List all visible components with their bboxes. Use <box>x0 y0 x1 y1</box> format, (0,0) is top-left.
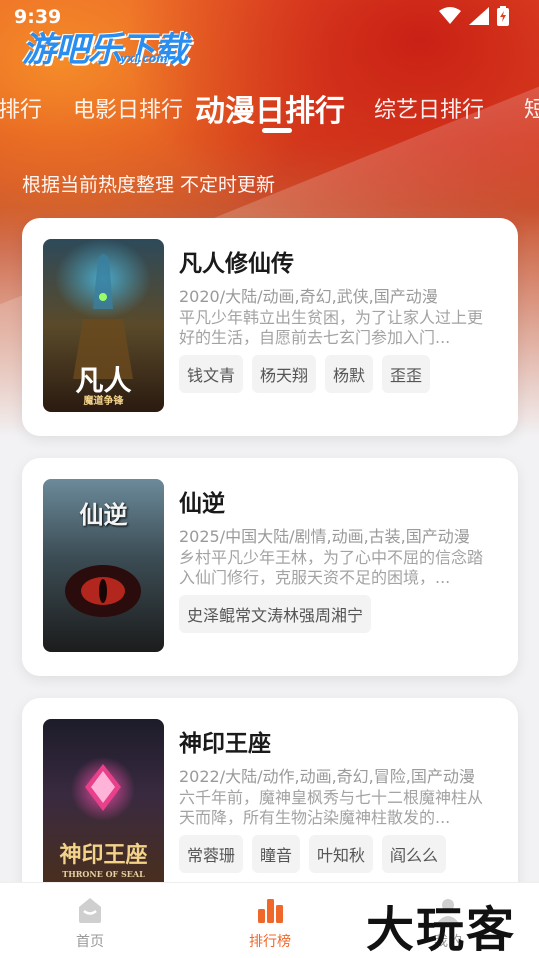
cast-tags: 史泽鲲常文涛林强周湘宁 <box>179 595 372 633</box>
list-item[interactable]: 凡人 魔道争锋 凡人修仙传 2020/大陆/动画,奇幻,武侠,国产动漫 平凡少年… <box>22 218 518 436</box>
cast-tag[interactable]: 杨默 <box>325 355 374 393</box>
cast-tags: 钱文青 杨天翔 杨默 歪歪 <box>179 355 431 393</box>
poster-image: 仙逆 <box>43 479 164 652</box>
tab-partial-right[interactable]: 短 <box>524 92 539 124</box>
item-title: 神印王座 <box>179 731 271 757</box>
ranking-icon <box>258 899 283 923</box>
poster-title: 神印王座 <box>59 842 148 868</box>
watermark-text: 大玩客 <box>366 902 517 958</box>
category-tabs: 排行 电影日排行 动漫日排行 综艺日排行 短 <box>0 84 539 134</box>
cast-tag[interactable]: 杨天翔 <box>252 355 317 393</box>
status-icons <box>439 6 509 26</box>
poster-image: 神印王座 THRONE OF SEAL <box>43 719 164 892</box>
item-title: 仙逆 <box>179 491 225 517</box>
nav-home-label: 首页 <box>76 934 104 950</box>
ranking-subtitle: 根据当前热度整理 不定时更新 <box>22 174 276 196</box>
nav-ranking[interactable]: 排行榜 <box>220 895 320 951</box>
cast-tag[interactable]: 歪歪 <box>382 355 431 393</box>
wifi-icon <box>439 7 461 24</box>
signal-icon <box>469 7 489 25</box>
tab-partial-left[interactable]: 排行 <box>0 92 42 124</box>
item-description: 平凡少年韩立出生贫困，为了让家人过上更好的生活，自愿前去七玄门参加入门... <box>179 308 484 347</box>
tab-variety-daily[interactable]: 综艺日排行 <box>374 92 484 124</box>
poster-subtitle: 魔道争锋 <box>83 396 124 407</box>
item-description: 六千年前，魔神皇枫秀与七十二根魔神柱从天而降，所有生物沾染魔神柱散发的... <box>179 788 484 827</box>
item-meta: 2022/大陆/动作,动画,奇幻,冒险,国产动漫 <box>179 767 475 786</box>
item-description: 乡村平凡少年王林，为了心中不屈的信念踏入仙门修行，克服天资不足的困境，... <box>179 548 484 587</box>
cast-tag[interactable]: 钱文青 <box>179 355 244 393</box>
battery-icon <box>497 6 509 26</box>
poster-title: 仙逆 <box>79 500 128 529</box>
nav-home[interactable]: 首页 <box>40 895 140 951</box>
item-meta: 2020/大陆/动画,奇幻,武侠,国产动漫 <box>179 287 438 306</box>
tab-movie-daily[interactable]: 电影日排行 <box>73 92 183 124</box>
cast-tags: 常蓉珊 瞳音 叶知秋 阎么么 <box>179 835 447 873</box>
poster-subtitle: THRONE OF SEAL <box>62 869 145 879</box>
cast-tag[interactable]: 叶知秋 <box>309 835 374 873</box>
cast-tag[interactable]: 瞳音 <box>252 835 301 873</box>
item-meta: 2025/中国大陆/剧情,动画,古装,国产动漫 <box>179 527 470 546</box>
app-logo-sub: yxl.com <box>120 52 168 65</box>
active-tab-indicator <box>262 128 292 133</box>
list-item[interactable]: 仙逆 仙逆 2025/中国大陆/剧情,动画,古装,国产动漫 乡村平凡少年王林，为… <box>22 458 518 676</box>
nav-ranking-label: 排行榜 <box>249 934 291 950</box>
poster-image: 凡人 魔道争锋 <box>43 239 164 412</box>
cast-tag[interactable]: 常蓉珊 <box>179 835 244 873</box>
home-icon <box>79 898 101 923</box>
cast-tag[interactable]: 史泽鲲常文涛林强周湘宁 <box>179 595 372 633</box>
cast-tag[interactable]: 阎么么 <box>382 835 447 873</box>
tab-anime-daily[interactable]: 动漫日排行 <box>195 86 345 130</box>
item-title: 凡人修仙传 <box>179 251 294 277</box>
